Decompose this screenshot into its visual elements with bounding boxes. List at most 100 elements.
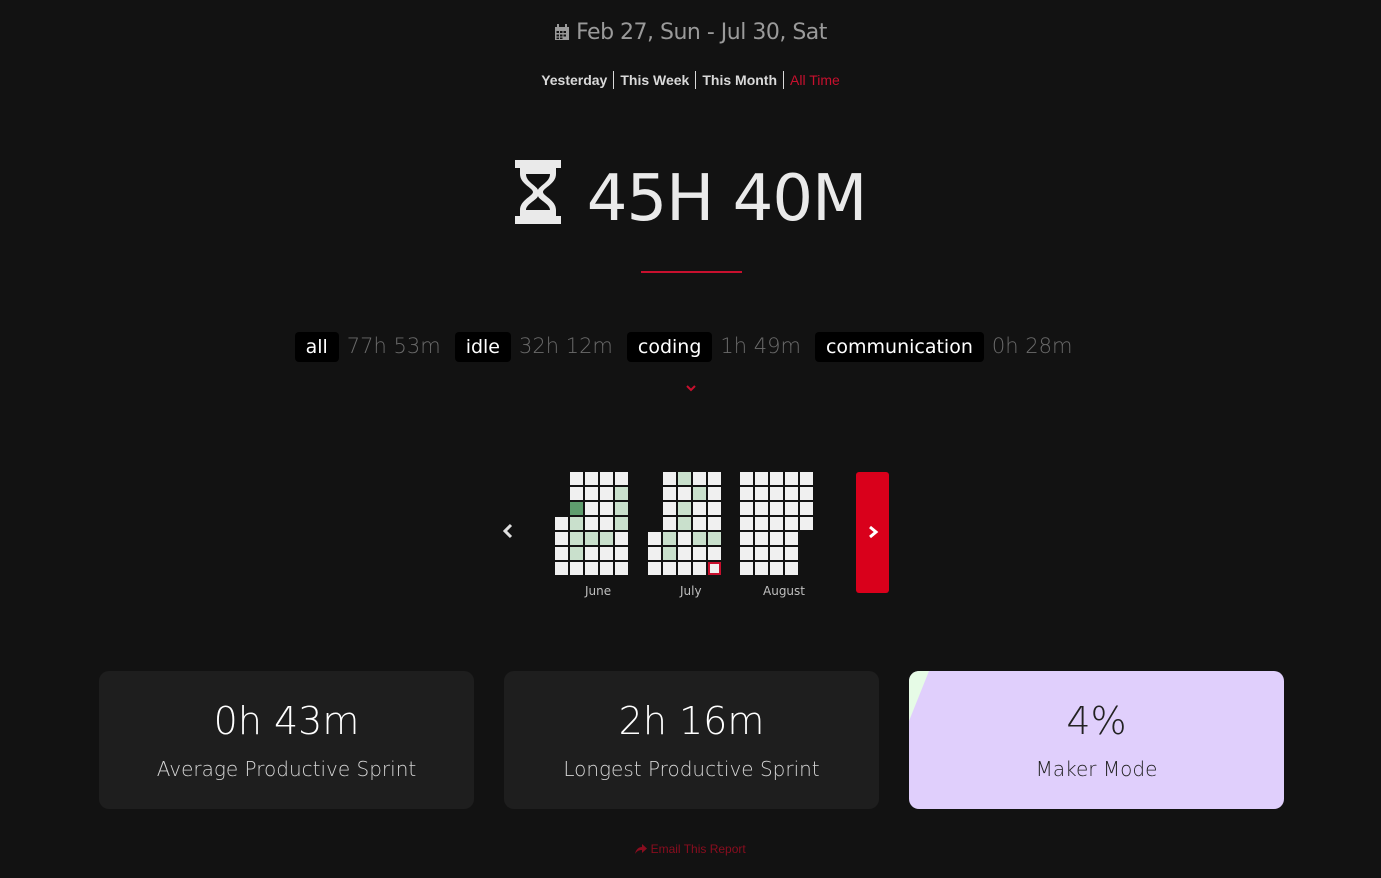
heatmap-day-cell[interactable]	[755, 562, 768, 575]
heatmap-day-cell[interactable]	[755, 472, 768, 485]
heatmap-day-cell[interactable]	[678, 547, 691, 560]
heatmap-day-cell[interactable]	[570, 547, 583, 560]
heatmap-day-cell[interactable]	[740, 532, 753, 545]
heatmap-day-cell[interactable]	[740, 517, 753, 530]
category-chip-communication[interactable]: communication	[814, 332, 984, 362]
heatmap-day-cell[interactable]	[570, 472, 583, 485]
tab-yesterday[interactable]: Yesterday	[535, 71, 615, 89]
heatmap-day-cell[interactable]	[585, 532, 598, 545]
heatmap-day-cell[interactable]	[693, 487, 706, 500]
heatmap-today-cell[interactable]	[708, 562, 721, 575]
heatmap-day-cell[interactable]	[708, 472, 721, 485]
heatmap-day-cell[interactable]	[678, 502, 691, 515]
heatmap-day-cell[interactable]	[770, 547, 783, 560]
heatmap-day-cell[interactable]	[740, 502, 753, 515]
heatmap-day-cell[interactable]	[770, 532, 783, 545]
heatmap-day-cell[interactable]	[585, 547, 598, 560]
heatmap-day-cell[interactable]	[708, 532, 721, 545]
heatmap-day-cell[interactable]	[585, 487, 598, 500]
heatmap-day-cell[interactable]	[555, 517, 568, 530]
next-month-button[interactable]	[856, 472, 889, 593]
heatmap-day-cell[interactable]	[740, 472, 753, 485]
heatmap-day-cell[interactable]	[570, 562, 583, 575]
heatmap-day-cell[interactable]	[570, 487, 583, 500]
heatmap-day-cell[interactable]	[615, 487, 628, 500]
heatmap-day-cell[interactable]	[678, 487, 691, 500]
email-report-link[interactable]: Email This Report	[0, 842, 1381, 856]
heatmap-day-cell[interactable]	[663, 517, 676, 530]
heatmap-day-cell[interactable]	[755, 502, 768, 515]
heatmap-day-cell[interactable]	[770, 562, 783, 575]
heatmap-day-cell[interactable]	[600, 517, 613, 530]
heatmap-day-cell[interactable]	[663, 562, 676, 575]
heatmap-day-cell[interactable]	[678, 472, 691, 485]
heatmap-day-cell[interactable]	[755, 532, 768, 545]
category-chip-coding[interactable]: coding	[626, 332, 713, 362]
heatmap-day-cell[interactable]	[800, 502, 813, 515]
heatmap-day-cell[interactable]	[555, 532, 568, 545]
category-chip-idle[interactable]: idle	[454, 332, 511, 362]
heatmap-day-cell[interactable]	[555, 562, 568, 575]
heatmap-day-cell[interactable]	[785, 532, 798, 545]
heatmap-day-cell[interactable]	[800, 472, 813, 485]
heatmap-day-cell[interactable]	[740, 547, 753, 560]
tab-this-month[interactable]: This Month	[696, 71, 785, 89]
heatmap-day-cell[interactable]	[585, 472, 598, 485]
heatmap-day-cell[interactable]	[678, 517, 691, 530]
heatmap-day-cell[interactable]	[663, 487, 676, 500]
heatmap-day-cell[interactable]	[740, 487, 753, 500]
heatmap-day-cell[interactable]	[648, 532, 661, 545]
prev-month-button[interactable]	[500, 520, 516, 542]
heatmap-day-cell[interactable]	[600, 532, 613, 545]
heatmap-day-cell[interactable]	[770, 502, 783, 515]
heatmap-day-cell[interactable]	[693, 502, 706, 515]
heatmap-day-cell[interactable]	[785, 502, 798, 515]
heatmap-day-cell[interactable]	[770, 517, 783, 530]
heatmap-day-cell[interactable]	[708, 517, 721, 530]
heatmap-day-cell[interactable]	[570, 532, 583, 545]
heatmap-day-cell[interactable]	[785, 547, 798, 560]
heatmap-day-cell[interactable]	[755, 547, 768, 560]
heatmap-day-cell[interactable]	[615, 517, 628, 530]
heatmap-day-cell[interactable]	[663, 547, 676, 560]
heatmap-day-cell[interactable]	[755, 517, 768, 530]
heatmap-day-cell[interactable]	[678, 532, 691, 545]
heatmap-day-cell[interactable]	[570, 502, 583, 515]
heatmap-day-cell[interactable]	[615, 502, 628, 515]
heatmap-day-cell[interactable]	[663, 472, 676, 485]
heatmap-day-cell[interactable]	[785, 517, 798, 530]
heatmap-day-cell[interactable]	[615, 562, 628, 575]
heatmap-day-cell[interactable]	[600, 502, 613, 515]
tab-this-week[interactable]: This Week	[614, 71, 697, 89]
chevron-down-icon[interactable]	[684, 382, 698, 394]
heatmap-day-cell[interactable]	[555, 547, 568, 560]
heatmap-day-cell[interactable]	[693, 562, 706, 575]
heatmap-day-cell[interactable]	[663, 502, 676, 515]
heatmap-day-cell[interactable]	[708, 502, 721, 515]
heatmap-day-cell[interactable]	[770, 472, 783, 485]
heatmap-day-cell[interactable]	[615, 532, 628, 545]
heatmap-day-cell[interactable]	[740, 562, 753, 575]
heatmap-day-cell[interactable]	[800, 487, 813, 500]
heatmap-day-cell[interactable]	[615, 472, 628, 485]
heatmap-day-cell[interactable]	[785, 472, 798, 485]
category-chip-all[interactable]: all	[294, 332, 339, 362]
heatmap-day-cell[interactable]	[648, 547, 661, 560]
date-range-header[interactable]: Feb 27, Sun - Jul 30, Sat	[0, 20, 1381, 47]
heatmap-day-cell[interactable]	[800, 517, 813, 530]
heatmap-day-cell[interactable]	[785, 562, 798, 575]
heatmap-day-cell[interactable]	[678, 562, 691, 575]
heatmap-day-cell[interactable]	[648, 562, 661, 575]
heatmap-day-cell[interactable]	[585, 502, 598, 515]
heatmap-day-cell[interactable]	[600, 562, 613, 575]
heatmap-day-cell[interactable]	[708, 487, 721, 500]
heatmap-day-cell[interactable]	[693, 532, 706, 545]
heatmap-day-cell[interactable]	[770, 487, 783, 500]
heatmap-day-cell[interactable]	[570, 517, 583, 530]
heatmap-day-cell[interactable]	[708, 547, 721, 560]
heatmap-day-cell[interactable]	[585, 562, 598, 575]
heatmap-day-cell[interactable]	[600, 472, 613, 485]
heatmap-day-cell[interactable]	[755, 487, 768, 500]
tab-all-time[interactable]: All Time	[784, 71, 846, 89]
heatmap-day-cell[interactable]	[600, 547, 613, 560]
